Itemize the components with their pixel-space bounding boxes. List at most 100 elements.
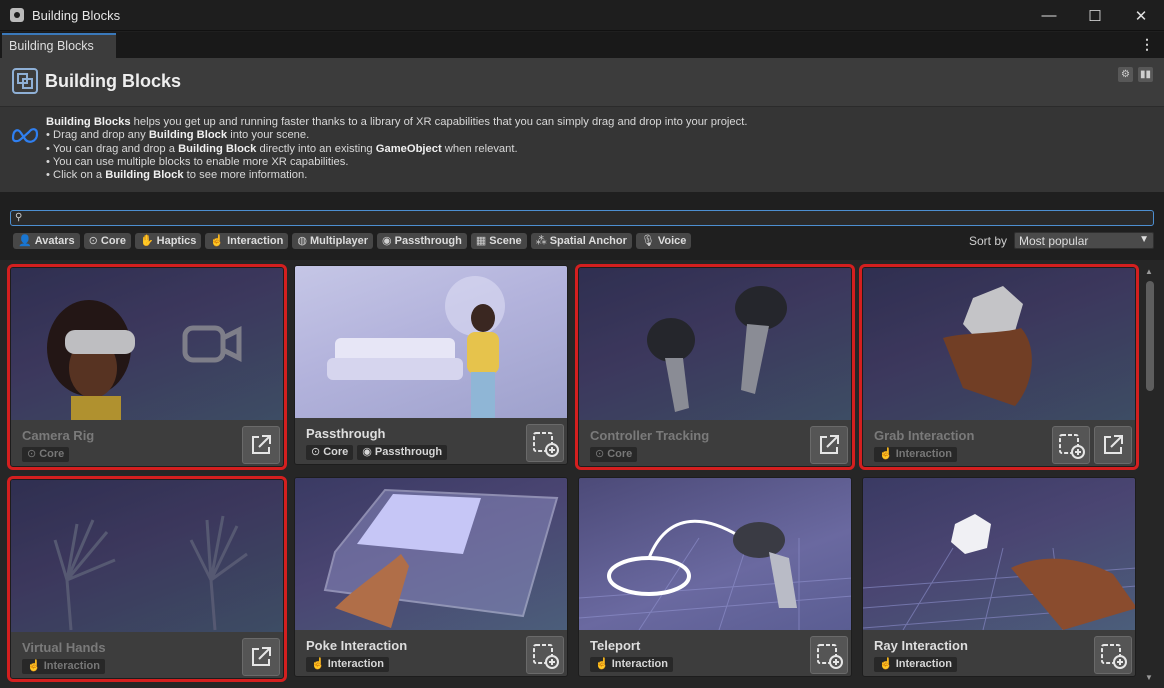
pointer-hand-icon: ☝ [595, 658, 609, 670]
block-name: Ray Interaction [874, 638, 968, 653]
block-card-camera-rig[interactable]: Camera Rig ⊙ Core [10, 267, 284, 467]
microphone-icon: 🎙 [640, 235, 655, 247]
hand-cube-illustration [943, 286, 1032, 406]
description-text: Building Blocks helps you get up and run… [46, 116, 748, 182]
scroll-down-icon[interactable]: ▼ [1145, 673, 1153, 682]
block-card-grab-interaction[interactable]: Grab Interaction ☝ Interaction [862, 267, 1136, 467]
building-blocks-icon [12, 68, 38, 94]
poke-interaction-thumbnail [295, 478, 567, 630]
chevron-down-icon: ▼ [1139, 234, 1149, 245]
filter-chip-passthrough[interactable]: ◉ Passthrough [377, 233, 467, 249]
maximize-button[interactable]: ☐ [1072, 0, 1118, 31]
open-docs-button[interactable] [810, 426, 848, 464]
block-card-controller-tracking[interactable]: Controller Tracking ⊙ Core [578, 267, 852, 467]
window-title: Building Blocks [32, 7, 121, 23]
filter-chips: 👤 Avatars ⊙ Core ✋ Haptics ☝ Interaction ◍ Mu… [13, 233, 692, 249]
camera-rig-thumbnail [11, 268, 283, 420]
tag-core: ⊙ Core [306, 445, 354, 460]
external-link-icon [252, 647, 271, 666]
tag-interaction: ☝ Interaction [874, 447, 957, 462]
add-block-button[interactable] [810, 636, 848, 674]
virtual-hands-thumbnail [11, 480, 283, 632]
eye-icon: ◉ [382, 235, 392, 247]
sort-label: Sort by [969, 234, 1008, 248]
block-name: Teleport [590, 638, 641, 653]
blocks-grid: Camera Rig ⊙ Core Passthrough ⊙ Core ◉ P… [0, 260, 1164, 688]
grid-icon: ▦ [475, 235, 487, 247]
window-header: Building Blocks ⚙ ▮▮ [0, 58, 1164, 106]
search-bar[interactable]: ⚲ [10, 210, 1154, 226]
unity-app-icon [10, 8, 24, 22]
filter-chip-voice[interactable]: 🎙 Voice [635, 233, 692, 249]
sort-dropdown[interactable]: Most popular ▼ [1014, 232, 1154, 249]
passthrough-thumbnail [295, 266, 567, 418]
tag-interaction: ☝ Interaction [306, 657, 389, 672]
add-block-button[interactable] [1052, 426, 1090, 464]
open-docs-button[interactable] [242, 638, 280, 676]
description-panel: Building Blocks helps you get up and run… [0, 106, 1164, 192]
tag-core: ⊙ Core [22, 447, 70, 462]
hands-outline-illustration [53, 515, 248, 631]
tag-interaction: ☝ Interaction [874, 657, 957, 672]
tag-passthrough: ◉ Passthrough [357, 445, 448, 460]
controller-tracking-thumbnail [579, 268, 851, 420]
open-docs-button[interactable] [242, 426, 280, 464]
hand-icon: ✋ [139, 235, 154, 247]
block-name: Poke Interaction [306, 638, 408, 653]
pointer-hand-icon: ☝ [311, 658, 325, 670]
add-block-icon [533, 432, 559, 457]
meta-logo-icon [11, 128, 39, 143]
block-card-poke-interaction[interactable]: Poke Interaction ☝ Interaction [294, 477, 568, 677]
tag-interaction: ☝ Interaction [590, 657, 673, 672]
vertical-scrollbar[interactable]: ▲ ▼ [1143, 265, 1157, 685]
filter-chip-spatial-anchor[interactable]: ⁂ Spatial Anchor [530, 233, 632, 249]
eye-icon: ◉ [362, 446, 372, 458]
scrollbar-thumb[interactable] [1146, 281, 1154, 391]
globe-icon: ◍ [297, 235, 307, 247]
tag-interaction: ☝ Interaction [22, 659, 105, 674]
search-input[interactable] [25, 211, 1145, 225]
external-link-icon [820, 435, 839, 454]
filter-chip-interaction[interactable]: ☝ Interaction [205, 233, 289, 249]
open-docs-button[interactable] [1094, 426, 1132, 464]
block-name: Controller Tracking [590, 428, 710, 443]
filter-chip-core[interactable]: ⊙ Core [83, 233, 131, 249]
headset-person-illustration [47, 300, 242, 420]
block-card-passthrough[interactable]: Passthrough ⊙ Core ◉ Passthrough [294, 265, 568, 465]
pointer-hand-icon: ☝ [879, 448, 893, 460]
filter-chip-haptics[interactable]: ✋ Haptics [134, 233, 202, 249]
block-name: Grab Interaction [874, 428, 975, 443]
teleport-illustration [579, 519, 851, 631]
add-block-button[interactable] [526, 424, 564, 462]
teleport-thumbnail [579, 478, 851, 631]
tab-strip: Building Blocks ⋮ [0, 32, 1164, 58]
controllers-illustration [647, 286, 787, 412]
filter-chip-scene[interactable]: ▦ Scene [470, 233, 527, 249]
filter-chip-multiplayer[interactable]: ◍ Multiplayer [292, 233, 374, 249]
add-block-button[interactable] [526, 636, 564, 674]
headset-icon: ⊙ [311, 446, 321, 458]
block-card-teleport[interactable]: Teleport ☝ Interaction [578, 477, 852, 677]
scroll-up-icon[interactable]: ▲ [1145, 267, 1153, 276]
minimize-button[interactable]: — [1026, 0, 1072, 31]
anchor-nodes-icon: ⁂ [535, 235, 547, 247]
pointer-hand-icon: ☝ [879, 658, 893, 670]
block-card-virtual-hands[interactable]: Virtual Hands ☝ Interaction [10, 479, 284, 679]
pointer-hand-icon: ☝ [210, 235, 225, 247]
tab-building-blocks[interactable]: Building Blocks [2, 33, 116, 58]
block-name: Virtual Hands [22, 640, 106, 655]
close-button[interactable]: ✕ [1118, 0, 1164, 31]
block-card-ray-interaction[interactable]: Ray Interaction ☝ Interaction [862, 477, 1136, 677]
headset-icon: ⊙ [88, 235, 98, 247]
settings-gear-icon[interactable]: ⚙ [1118, 67, 1133, 82]
add-block-icon [1059, 434, 1085, 459]
external-link-icon [1104, 435, 1123, 454]
sort-value: Most popular [1019, 234, 1089, 248]
ray-cube-illustration [863, 514, 1135, 631]
external-link-icon [252, 435, 271, 454]
add-block-button[interactable] [1094, 636, 1132, 674]
add-block-icon [817, 644, 843, 669]
filter-chip-avatars[interactable]: 👤 Avatars [13, 233, 80, 249]
docs-book-icon[interactable]: ▮▮ [1138, 67, 1153, 82]
kebab-menu-icon[interactable]: ⋮ [1140, 36, 1154, 53]
